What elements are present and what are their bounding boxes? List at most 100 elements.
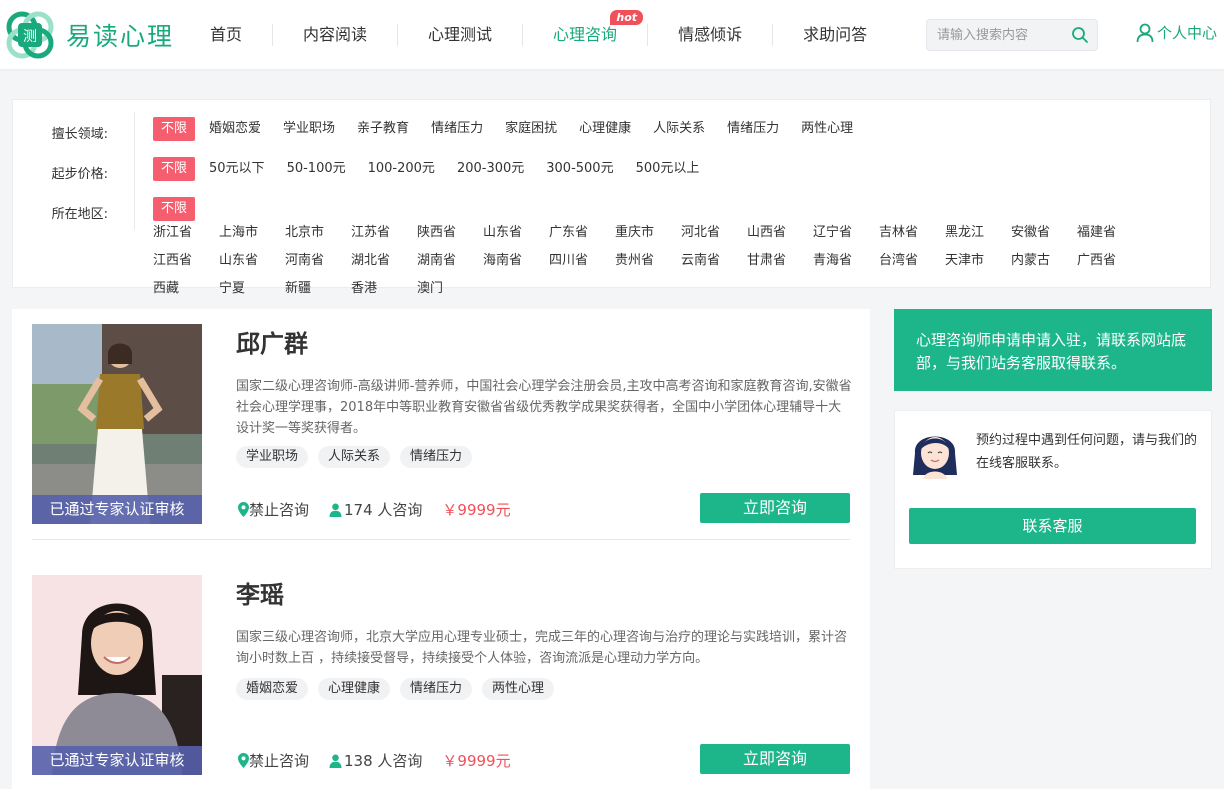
user-center-label: 个人中心 bbox=[1157, 24, 1218, 42]
counselor-tag: 人际关系 bbox=[318, 446, 391, 468]
counselor-tag: 学业职场 bbox=[236, 446, 309, 468]
nav-item-reading[interactable]: 内容阅读 bbox=[273, 23, 399, 46]
search-input[interactable] bbox=[927, 20, 1057, 50]
counselor-name[interactable]: 邱广群 bbox=[236, 324, 308, 359]
filter-option[interactable]: 家庭困扰 bbox=[505, 117, 557, 141]
nav-item-consult[interactable]: 心理咨询 hot bbox=[523, 9, 649, 46]
filter-row-field: 擅长领域: bbox=[13, 118, 108, 142]
filter-option-unlimited[interactable]: 不限 bbox=[153, 117, 196, 141]
card-divider bbox=[32, 539, 850, 540]
filter-label: 所在地区: bbox=[51, 207, 108, 222]
filter-option[interactable]: 山东省 bbox=[483, 221, 549, 249]
filter-option[interactable]: 湖南省 bbox=[417, 249, 483, 277]
counselor-photo[interactable]: 已通过专家认证审核 bbox=[32, 324, 202, 524]
counselor-tag: 心理健康 bbox=[318, 678, 391, 700]
filter-option[interactable]: 北京市 bbox=[285, 221, 351, 249]
filter-option[interactable]: 澳门 bbox=[417, 277, 483, 305]
filter-option[interactable]: 100-200元 bbox=[368, 157, 435, 181]
consult-price: ￥9999元 bbox=[442, 501, 511, 519]
filter-option[interactable]: 山西省 bbox=[747, 221, 813, 249]
counselor-name[interactable]: 李瑶 bbox=[236, 575, 284, 610]
filter-option[interactable]: 陕西省 bbox=[417, 221, 483, 249]
filter-option[interactable]: 宁夏 bbox=[219, 277, 285, 305]
main-nav: 首页 内容阅读 心理测试 心理咨询 hot 情感倾诉 求助问答 bbox=[180, 0, 897, 69]
filter-option[interactable]: 学业职场 bbox=[283, 117, 335, 141]
user-center-link[interactable]: 个人中心 bbox=[1136, 22, 1217, 43]
location-text: 禁止咨询 bbox=[249, 752, 310, 770]
filter-option[interactable]: 甘肃省 bbox=[747, 249, 813, 277]
filter-option[interactable]: 香港 bbox=[351, 277, 417, 305]
nav-label: 情感倾诉 bbox=[678, 24, 743, 44]
filter-option[interactable]: 婚姻恋爱 bbox=[209, 117, 261, 141]
filter-option[interactable]: 台湾省 bbox=[879, 249, 945, 277]
filter-option[interactable]: 情绪压力 bbox=[727, 117, 779, 141]
nav-item-tests[interactable]: 心理测试 bbox=[398, 23, 524, 46]
filter-option[interactable]: 天津市 bbox=[945, 249, 1011, 277]
consult-now-button[interactable]: 立即咨询 bbox=[700, 744, 850, 774]
filter-option[interactable]: 情绪压力 bbox=[431, 117, 483, 141]
filter-option[interactable]: 广西省 bbox=[1077, 249, 1143, 277]
filter-option[interactable]: 河南省 bbox=[285, 249, 351, 277]
filter-option[interactable]: 重庆市 bbox=[615, 221, 681, 249]
filter-option[interactable]: 安徽省 bbox=[1011, 221, 1077, 249]
filter-option[interactable]: 贵州省 bbox=[615, 249, 681, 277]
counselor-tag: 两性心理 bbox=[482, 678, 555, 700]
contact-service-button[interactable]: 联系客服 bbox=[909, 508, 1196, 544]
filter-option[interactable]: 人际关系 bbox=[653, 117, 705, 141]
consult-count: 138 人咨询 bbox=[329, 750, 422, 771]
filter-option[interactable]: 200-300元 bbox=[457, 157, 524, 181]
filter-option[interactable]: 广东省 bbox=[549, 221, 615, 249]
filter-option[interactable]: 亲子教育 bbox=[357, 117, 409, 141]
filter-option[interactable]: 心理健康 bbox=[579, 117, 631, 141]
nav-item-qa[interactable]: 求助问答 bbox=[773, 24, 897, 46]
filter-option[interactable]: 上海市 bbox=[219, 221, 285, 249]
filter-option[interactable]: 新疆 bbox=[285, 277, 351, 305]
region-options-grid: 浙江省 上海市 北京市 江苏省 陕西省 山东省 广东省 重庆市 河北省 山西省 辽宁省 吉林省 黑龙江安… bbox=[153, 221, 1143, 305]
filter-option[interactable]: 黑龙江 bbox=[945, 221, 1011, 249]
filter-option[interactable]: 四川省 bbox=[549, 249, 615, 277]
filter-option[interactable]: 江西省 bbox=[153, 249, 219, 277]
filter-option-unlimited[interactable]: 不限 bbox=[153, 157, 196, 181]
nav-label: 心理咨询 bbox=[553, 24, 618, 44]
filter-option[interactable]: 50-100元 bbox=[287, 157, 346, 181]
filter-option[interactable]: 50元以下 bbox=[209, 157, 265, 181]
filter-option[interactable]: 辽宁省 bbox=[813, 221, 879, 249]
filter-option[interactable]: 两性心理 bbox=[801, 117, 853, 141]
filter-option[interactable]: 河北省 bbox=[681, 221, 747, 249]
filter-option-unlimited[interactable]: 不限 bbox=[153, 197, 196, 221]
hot-badge: hot bbox=[610, 9, 644, 25]
nav-item-home[interactable]: 首页 bbox=[180, 23, 274, 46]
nav-label: 心理测试 bbox=[428, 24, 493, 44]
filter-option[interactable]: 青海省 bbox=[813, 249, 879, 277]
person-icon bbox=[329, 503, 342, 517]
filter-option[interactable]: 浙江省 bbox=[153, 221, 219, 249]
logo-mark-char: 测 bbox=[23, 29, 37, 45]
filter-option[interactable]: 江苏省 bbox=[351, 221, 417, 249]
verified-badge: 已通过专家认证审核 bbox=[32, 495, 202, 524]
filter-option[interactable]: 吉林省 bbox=[879, 221, 945, 249]
apply-notice: 心理咨询师申请申请入驻，请联系网站底部，与我们站务客服取得联系。 bbox=[894, 309, 1212, 391]
nav-item-talk[interactable]: 情感倾诉 bbox=[648, 23, 774, 46]
filter-option[interactable]: 福建省 bbox=[1077, 221, 1143, 249]
counselor-desc: 国家三级心理咨询师，北京大学应用心理专业硕士，完成三年的心理咨询与治疗的理论与实… bbox=[236, 630, 848, 666]
location-pin-icon bbox=[238, 753, 249, 768]
filter-option[interactable]: 西藏 bbox=[153, 277, 219, 305]
filter-option[interactable]: 500元以上 bbox=[636, 157, 700, 181]
counselor-photo[interactable]: 已通过专家认证审核 bbox=[32, 575, 202, 775]
filter-option[interactable]: 山东省 bbox=[219, 249, 285, 277]
filter-option[interactable]: 湖北省 bbox=[351, 249, 417, 277]
consult-count-text: 138 人咨询 bbox=[344, 752, 423, 770]
consult-count-text: 174 人咨询 bbox=[344, 501, 423, 519]
counselor-desc: 国家二级心理咨询师-高级讲师-营养师，中国社会心理学会注册会员,主攻中高考咨询和… bbox=[236, 379, 852, 436]
filter-option[interactable]: 海南省 bbox=[483, 249, 549, 277]
counselor-card: 已通过专家认证审核 邱广群 国家二级心理咨询师-高级讲师-营养师，中国社会心理学… bbox=[32, 324, 852, 540]
consult-now-button[interactable]: 立即咨询 bbox=[700, 493, 850, 523]
service-text: 预约过程中遇到任何问题，请与我们的在线客服联系。 bbox=[976, 433, 1198, 471]
logo-mark-icon: 测 bbox=[2, 7, 58, 63]
filter-option[interactable]: 300-500元 bbox=[546, 157, 613, 181]
site-logo[interactable]: 测 易读心理 bbox=[2, 6, 182, 64]
filter-option[interactable]: 云南省 bbox=[681, 249, 747, 277]
search-icon[interactable] bbox=[1071, 26, 1089, 44]
filter-option[interactable]: 内蒙古 bbox=[1011, 249, 1077, 277]
service-agent-avatar-icon bbox=[913, 436, 957, 479]
